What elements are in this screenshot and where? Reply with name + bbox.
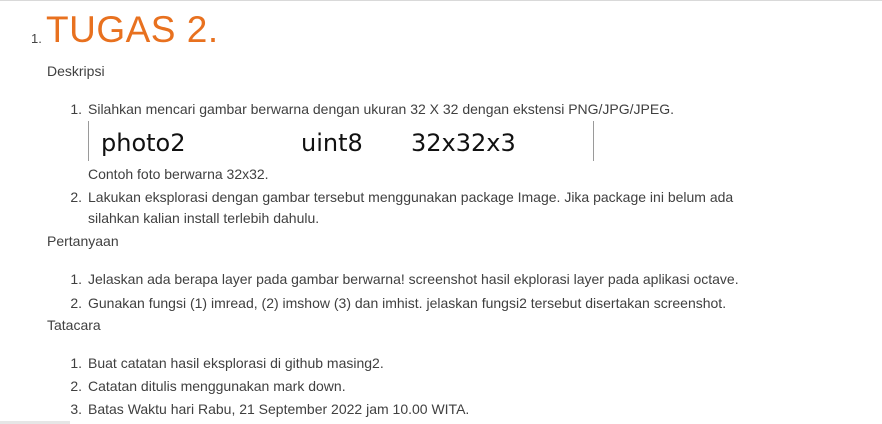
list-item-continued: silahkan kalian install terlebih dahulu.	[88, 210, 320, 226]
list-number: 1.	[70, 355, 82, 371]
section-deskripsi-label: Deskripsi	[47, 63, 105, 79]
list-number: 3.	[70, 401, 82, 417]
image-caption: Contoh foto berwarna 32x32.	[88, 166, 269, 182]
list-item: Lakukan eksplorasi dengan gambar tersebu…	[88, 189, 734, 205]
list-item: Batas Waktu hari Rabu, 21 September 2022…	[88, 401, 470, 417]
list-number: 2.	[70, 378, 82, 394]
page-title: TUGAS 2.	[46, 9, 219, 50]
list-number: 2.	[70, 295, 82, 311]
image-name: photo2	[101, 129, 186, 157]
list-item: Buat catatan hasil eksplorasi di github …	[88, 355, 384, 371]
list-number: 1.	[70, 271, 82, 287]
list-number: 1.	[70, 101, 82, 117]
list-item: Silahkan mencari gambar berwarna dengan …	[88, 101, 674, 117]
list-item: Catatan ditulis menggunakan mark down.	[88, 378, 346, 394]
image-size: 32x32x3	[411, 129, 516, 157]
heading-number: 1.	[31, 31, 42, 46]
list-item: Jelaskan ada berapa layer pada gambar be…	[88, 271, 739, 287]
section-tatacara-label: Tatacara	[47, 317, 101, 333]
image-type: uint8	[301, 129, 363, 157]
list-item: Gunakan fungsi (1) imread, (2) imshow (3…	[88, 295, 727, 311]
top-divider	[0, 0, 882, 1]
list-number: 2.	[70, 189, 82, 205]
section-pertanyaan-label: Pertanyaan	[47, 233, 119, 249]
image-info-box: photo2 uint8 32x32x3	[88, 121, 594, 161]
